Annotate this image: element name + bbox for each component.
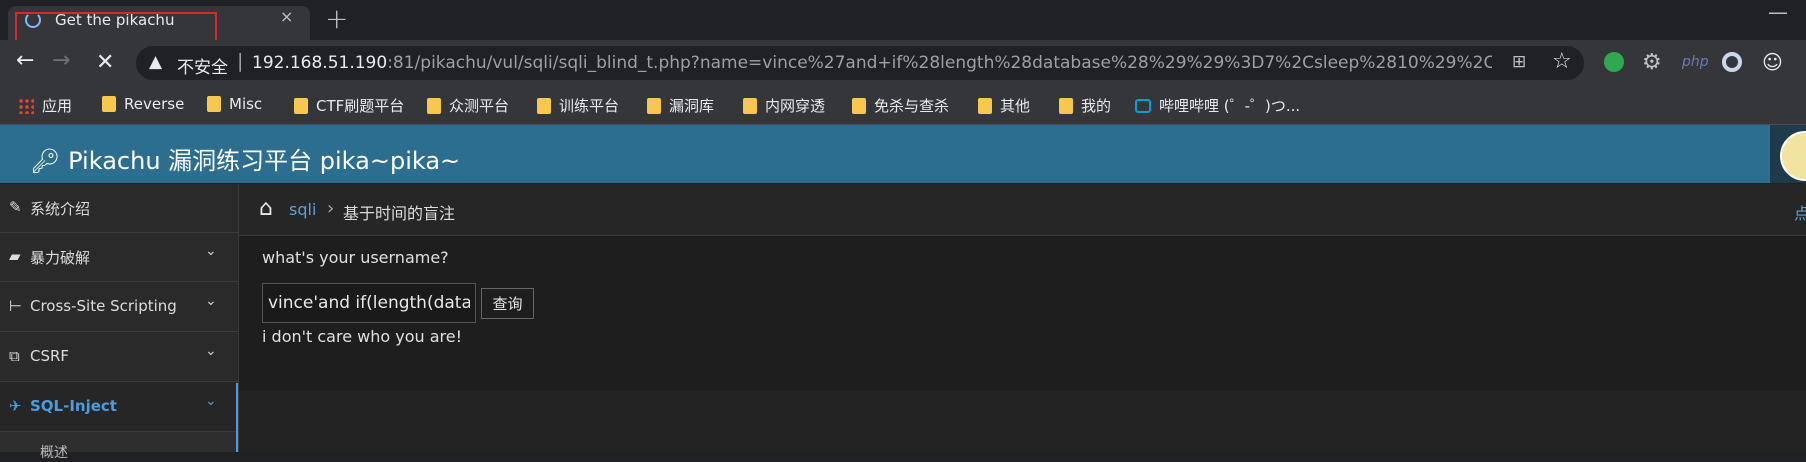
translate-icon[interactable]: ⊞ — [1512, 52, 1526, 72]
sidebar-item-label: SQL-Inject — [30, 397, 117, 415]
chevron-down-icon: ⌄ — [205, 393, 217, 409]
new-tab-button[interactable]: + — [325, 2, 348, 35]
folder-icon — [294, 97, 308, 114]
bookmark-ctf[interactable]: CTF刷题平台 — [294, 95, 404, 116]
sidebar-item-xss[interactable]: ⊢ Cross-Site Scripting ⌄ — [0, 283, 238, 332]
folder-icon — [1059, 97, 1073, 114]
sidebar-item-sqli[interactable]: ✈ SQL-Inject ⌄ — [0, 383, 238, 432]
result-message: i don't care who you are! — [262, 327, 463, 346]
folder-icon — [647, 97, 661, 114]
bookmark-reverse[interactable]: Reverse — [102, 95, 184, 113]
address-separator: | — [237, 50, 244, 72]
bookmark-mine[interactable]: 我的 — [1059, 95, 1111, 116]
content-footer-area — [239, 391, 1806, 452]
sidebar-subitem-overview[interactable]: 概述 — [0, 432, 238, 461]
bookmark-label: 我的 — [1081, 97, 1112, 115]
folder-icon — [978, 97, 992, 114]
folder-icon — [852, 97, 866, 114]
breadcrumb-link-sqli[interactable]: sqli — [289, 200, 316, 219]
bookmark-misc[interactable]: Misc — [207, 95, 262, 113]
security-label[interactable]: 不安全 — [177, 53, 228, 78]
folder-icon — [743, 97, 757, 114]
tags-icon: ✎ — [9, 198, 22, 216]
extension-green-icon[interactable] — [1604, 52, 1624, 72]
apps-grid-icon — [18, 97, 34, 114]
back-button[interactable]: ← — [16, 48, 34, 73]
folder-icon — [427, 97, 441, 114]
bookmark-training[interactable]: 训练平台 — [537, 95, 619, 116]
site-title-text: Pikachu 漏洞练习平台 pika~pika~ — [68, 147, 461, 175]
username-input[interactable] — [262, 283, 476, 323]
folder-icon — [102, 96, 116, 112]
chevron-down-icon: ⌄ — [205, 293, 217, 309]
bookmark-other[interactable]: 其他 — [978, 95, 1030, 116]
lock-icon: ▰ — [9, 247, 21, 265]
url-path: :81/pikachu/vul/sqli/sqli_blind_t.php?na… — [387, 53, 1492, 73]
breadcrumb — [239, 184, 1806, 236]
tab-close-icon[interactable]: × — [280, 7, 293, 26]
folder-icon — [207, 96, 221, 112]
forward-button[interactable]: → — [52, 48, 70, 73]
bookmark-bilibili[interactable]: 哔哩哔哩 (゜-゜)つ... — [1135, 95, 1300, 116]
external-link-icon: ⧉ — [9, 347, 20, 365]
bookmark-crowdtest[interactable]: 众测平台 — [427, 95, 509, 116]
chevron-down-icon: ⌄ — [205, 343, 217, 359]
breadcrumb-separator: › — [327, 198, 335, 219]
bookmark-label: 训练平台 — [559, 97, 620, 115]
bookmark-vulndb[interactable]: 漏洞库 — [647, 95, 714, 116]
bilibili-icon — [1135, 98, 1151, 113]
breadcrumb-right-link[interactable]: 点 — [1794, 200, 1806, 224]
bookmark-label: 内网穿透 — [765, 97, 826, 115]
bookmark-label: 众测平台 — [449, 97, 510, 115]
sidebar-item-label: 暴力破解 — [30, 249, 91, 267]
site-title[interactable]: 🔑︎ Pikachu 漏洞练习平台 pika~pika~ — [30, 141, 460, 176]
sidebar-item-csrf[interactable]: ⧉ CSRF ⌄ — [0, 333, 238, 382]
bookmark-av[interactable]: 免杀与查杀 — [852, 95, 949, 116]
key-icon: 🔑︎ — [30, 147, 61, 175]
sliders-icon: ⊢ — [9, 297, 23, 315]
bookmark-label: 其他 — [1000, 97, 1031, 115]
sidebar-item-label: 概述 — [40, 445, 68, 461]
extension-gear-icon[interactable]: ⚙ — [1642, 50, 1662, 75]
sidebar-item-label: 系统介绍 — [30, 200, 91, 218]
plane-icon: ✈ — [9, 397, 22, 415]
stop-loading-button[interactable]: ✕ — [96, 50, 114, 75]
url-text[interactable]: 192.168.51.190:81/pikachu/vul/sqli/sqli_… — [252, 53, 1492, 73]
url-host: 192.168.51.190 — [252, 53, 388, 73]
bookmark-label: 漏洞库 — [669, 97, 715, 115]
sidebar-item-intro[interactable]: ✎ 系统介绍 — [0, 184, 238, 233]
bookmark-label: CTF刷题平台 — [316, 97, 405, 115]
bookmark-intranet[interactable]: 内网穿透 — [743, 95, 825, 116]
home-icon[interactable]: ⌂ — [259, 196, 273, 221]
bookmark-label: 应用 — [42, 97, 73, 115]
chevron-down-icon: ⌄ — [205, 243, 217, 259]
bookmark-star-icon[interactable]: ☆ — [1552, 49, 1572, 74]
warning-icon[interactable]: ▲ — [149, 52, 162, 72]
username-prompt: what's your username? — [262, 248, 449, 267]
sidebar-item-label: Cross-Site Scripting — [30, 297, 177, 315]
active-indicator — [236, 383, 238, 452]
extension-ring-icon[interactable] — [1722, 52, 1742, 72]
extension-php-icon[interactable]: php — [1682, 54, 1709, 70]
bookmark-label: 免杀与查杀 — [874, 97, 950, 115]
window-minimize-button[interactable]: — — [1768, 0, 1788, 24]
bookmark-label: 哔哩哔哩 (゜-゜)つ... — [1159, 97, 1301, 115]
bookmark-label: Misc — [229, 95, 263, 113]
sidebar-item-bruteforce[interactable]: ▰ 暴力破解 ⌄ — [0, 233, 238, 282]
bookmark-apps[interactable]: 应用 — [18, 95, 72, 116]
sidebar-item-label: CSRF — [30, 347, 70, 365]
bookmark-label: Reverse — [124, 95, 185, 113]
folder-icon — [537, 97, 551, 114]
breadcrumb-current: 基于时间的盲注 — [343, 204, 456, 223]
extension-face-icon[interactable]: ☺ — [1762, 50, 1783, 74]
query-button[interactable]: 查询 — [481, 288, 534, 319]
